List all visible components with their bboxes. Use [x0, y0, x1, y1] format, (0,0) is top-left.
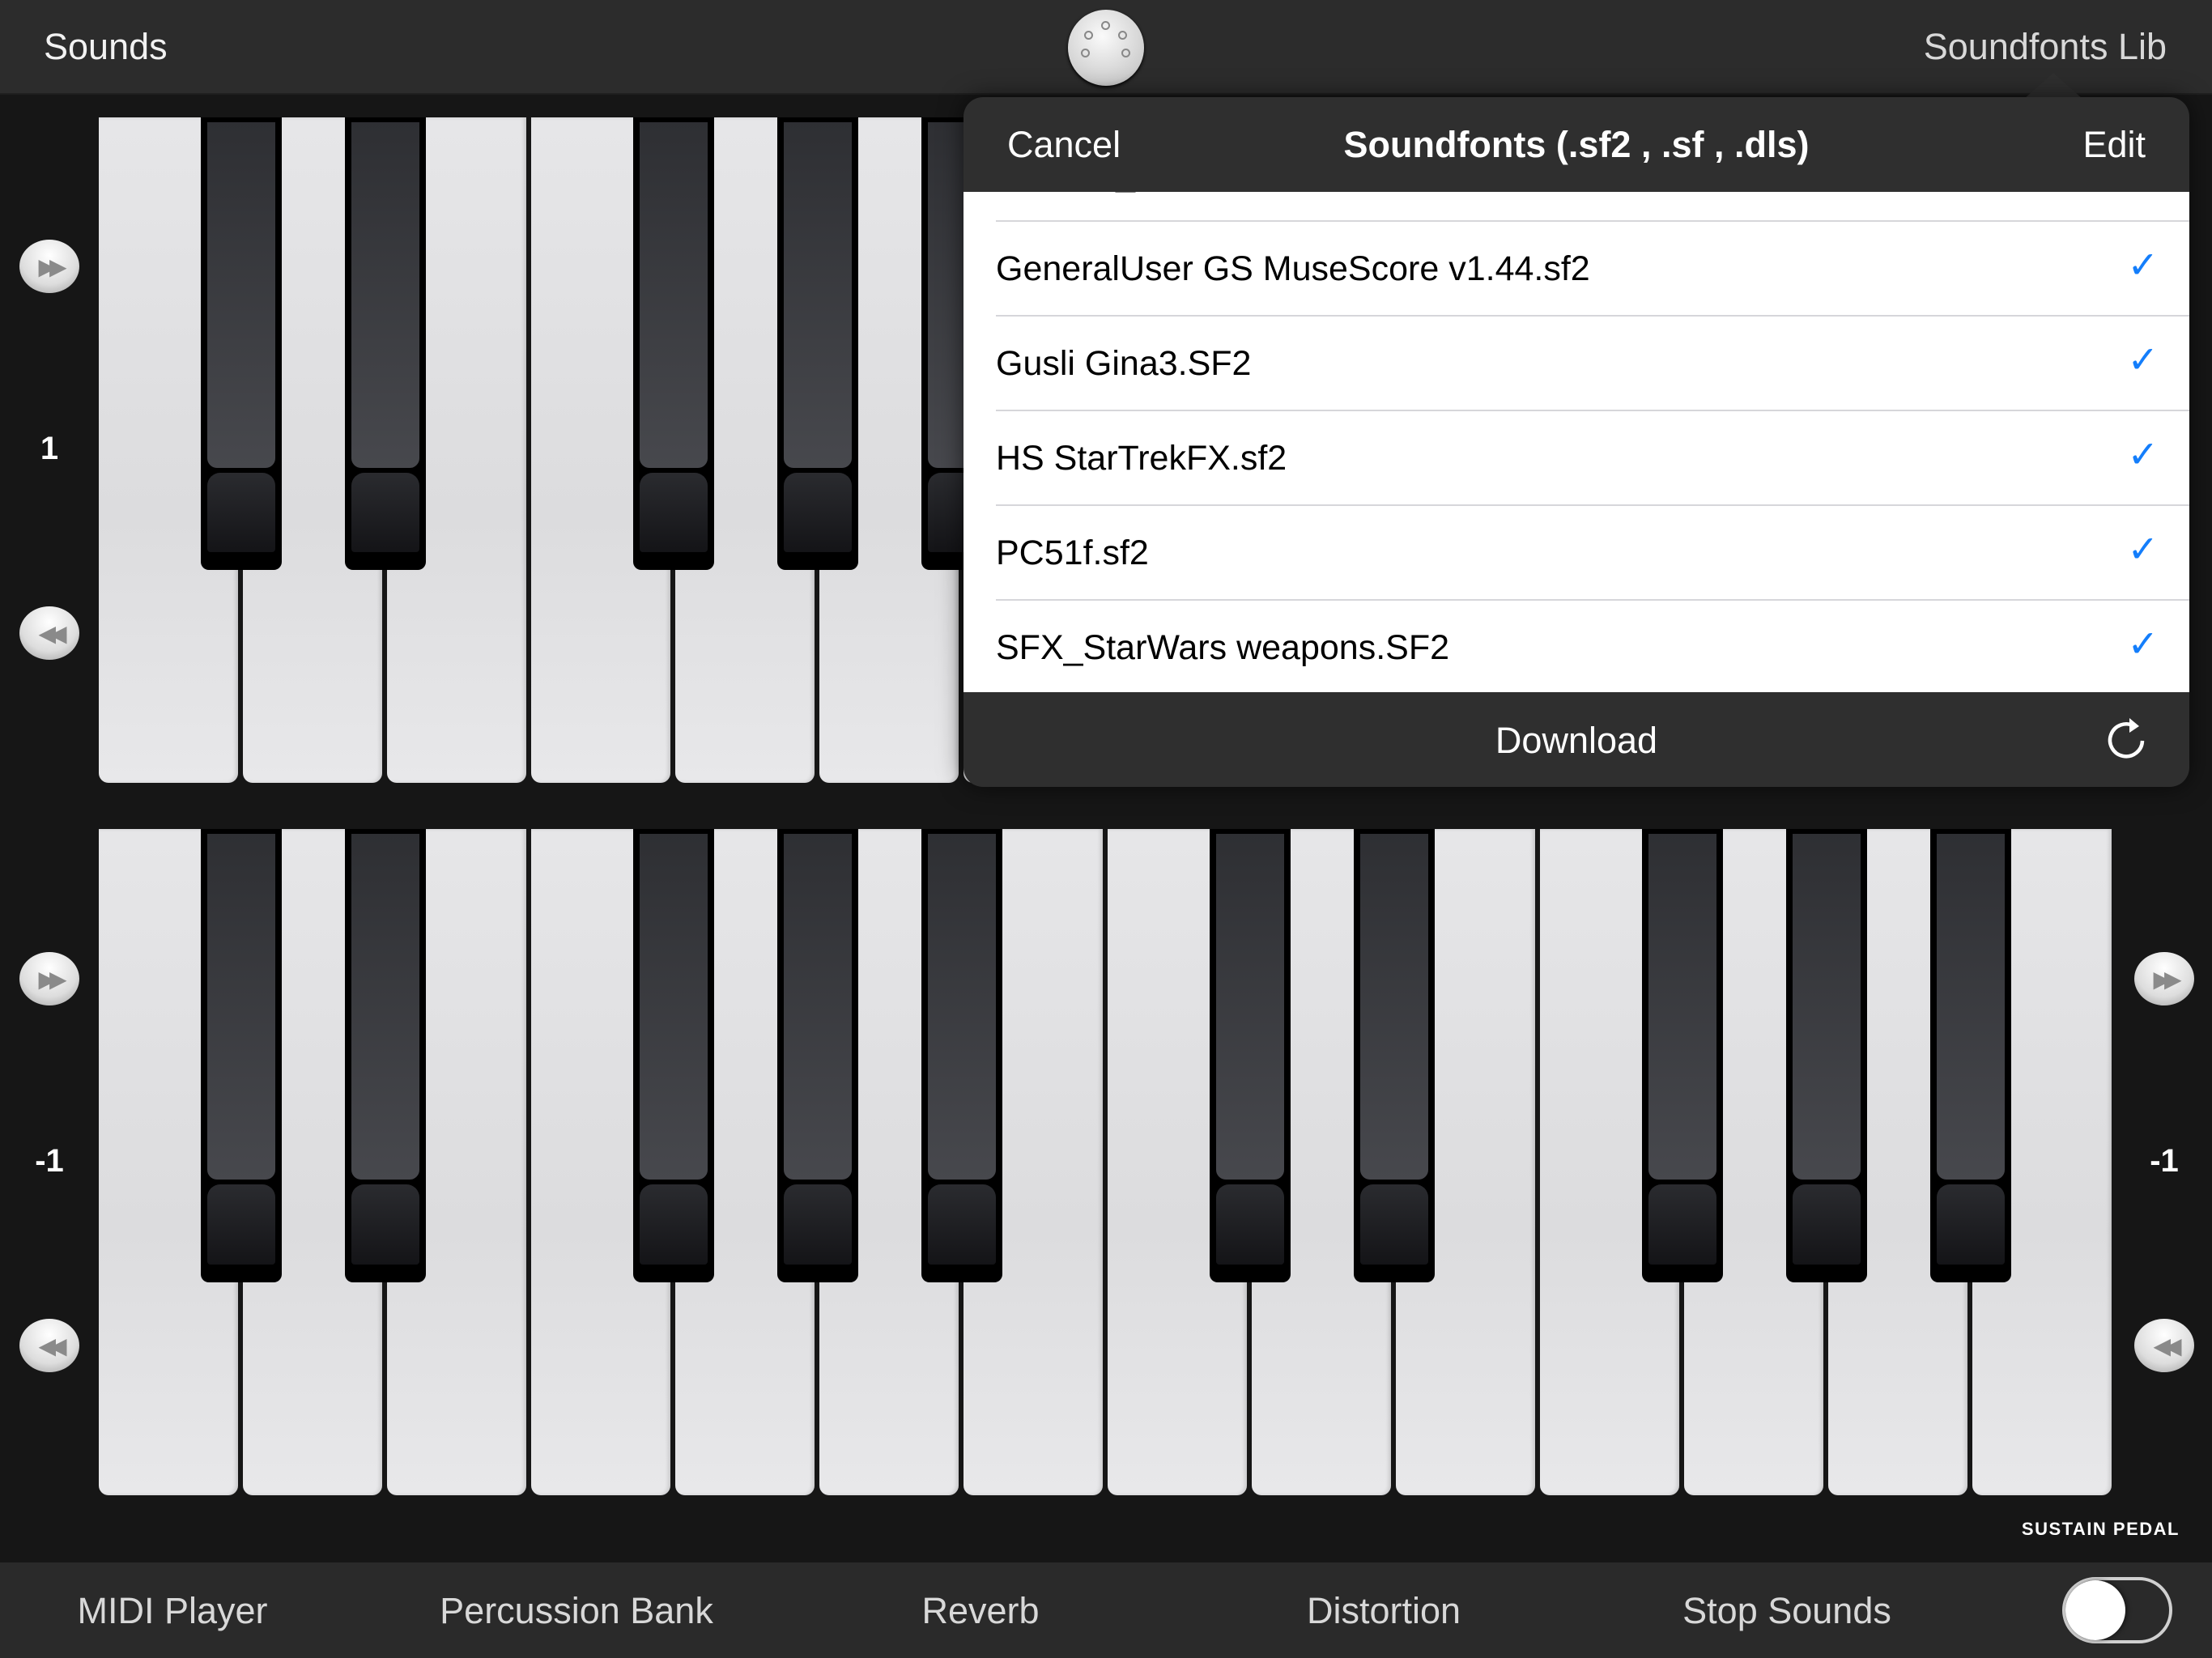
- toggle-knob: [2065, 1580, 2125, 1640]
- midi-connector-icon[interactable]: [1068, 10, 1144, 86]
- percussion-bank-button[interactable]: Percussion Bank: [440, 1590, 713, 1632]
- black-key[interactable]: [1786, 829, 1867, 1282]
- download-bar: Download: [963, 692, 2189, 787]
- reverb-button[interactable]: Reverb: [921, 1590, 1039, 1632]
- soundfont-name: SFX_StarWars weapons.SF2: [996, 628, 1450, 667]
- checkmark-icon: ✓: [2127, 623, 2159, 665]
- black-key[interactable]: [777, 829, 858, 1282]
- sounds-button[interactable]: Sounds: [44, 26, 168, 68]
- black-key[interactable]: [201, 829, 282, 1282]
- black-key[interactable]: [1930, 829, 2011, 1282]
- black-key[interactable]: [777, 117, 858, 570]
- soundfont-name: Gusli Gina3.SF2: [996, 344, 1252, 383]
- distortion-button[interactable]: Distortion: [1307, 1590, 1461, 1632]
- black-key[interactable]: [921, 829, 1002, 1282]
- edit-button[interactable]: Edit: [2082, 124, 2146, 166]
- popover-arrow: [2024, 73, 2082, 99]
- popover-title: Soundfonts (.sf2 , .sf , .dls): [1343, 124, 1810, 165]
- octave-up-button-lower-left[interactable]: ▶▶: [19, 952, 79, 1005]
- sustain-pedal-label: SUSTAIN PEDAL: [2021, 1519, 2180, 1539]
- soundfont-row[interactable]: SFX_StarWars weapons.SF2 ✓: [996, 601, 2189, 692]
- soundfont-name: FluidR3_GM.sf2: [996, 192, 1248, 194]
- black-key[interactable]: [1210, 829, 1291, 1282]
- black-key[interactable]: [201, 117, 282, 570]
- black-key[interactable]: [345, 117, 426, 570]
- soundfont-row[interactable]: FluidR3_GM.sf2✓: [996, 192, 2189, 222]
- soundfonts-lib-button[interactable]: Soundfonts Lib: [1924, 26, 2167, 68]
- octave-label-lower-left: -1: [35, 1143, 64, 1179]
- soundfont-row[interactable]: PC51f.sf2 ✓: [996, 506, 2189, 601]
- octave-up-button-upper[interactable]: ▶▶: [19, 240, 79, 293]
- soundfont-name: HS StarTrekFX.sf2: [996, 439, 1287, 478]
- popover-header: Cancel Soundfonts (.sf2 , .sf , .dls) Ed…: [963, 97, 2189, 192]
- soundfont-name: GeneralUser GS MuseScore v1.44.sf2: [996, 249, 1590, 288]
- octave-down-button-lower-left[interactable]: ◀◀: [19, 1319, 79, 1372]
- black-key[interactable]: [1642, 829, 1723, 1282]
- lower-keyboard[interactable]: [99, 829, 2115, 1495]
- download-button[interactable]: Download: [963, 720, 2189, 762]
- soundfont-row[interactable]: Gusli Gina3.SF2 ✓: [996, 317, 2189, 411]
- checkmark-icon: ✓: [2127, 338, 2159, 380]
- black-key[interactable]: [1354, 829, 1435, 1282]
- soundfont-name: PC51f.sf2: [996, 534, 1149, 572]
- stop-sounds-button[interactable]: Stop Sounds: [1682, 1590, 1891, 1632]
- checkmark-icon: ✓: [2127, 528, 2159, 570]
- octave-up-button-lower-right[interactable]: ▶▶: [2134, 952, 2194, 1005]
- octave-down-button-upper[interactable]: ◀◀: [19, 606, 79, 660]
- black-key[interactable]: [345, 829, 426, 1282]
- refresh-icon[interactable]: [2102, 715, 2150, 763]
- octave-down-button-lower-right[interactable]: ◀◀: [2134, 1319, 2194, 1372]
- octave-label-upper: 1: [40, 431, 59, 466]
- top-bar: Sounds Soundfonts Lib: [0, 0, 2212, 95]
- soundfont-list[interactable]: FluidR3_GM.sf2✓GeneralUser GS MuseScore …: [963, 192, 2189, 692]
- checkmark-icon: ✓: [2127, 244, 2159, 286]
- black-key[interactable]: [633, 117, 714, 570]
- sustain-pedal-toggle[interactable]: [2062, 1577, 2172, 1643]
- octave-label-lower-right: -1: [2150, 1143, 2179, 1179]
- bottom-toolbar: MIDI Player Percussion Bank Reverb Disto…: [0, 1562, 2212, 1658]
- black-key[interactable]: [633, 829, 714, 1282]
- soundfont-row[interactable]: HS StarTrekFX.sf2 ✓: [996, 411, 2189, 506]
- checkmark-icon: ✓: [2127, 433, 2159, 475]
- soundfont-row[interactable]: GeneralUser GS MuseScore v1.44.sf2 ✓: [996, 222, 2189, 317]
- midi-player-button[interactable]: MIDI Player: [77, 1590, 267, 1632]
- soundfonts-popover: Cancel Soundfonts (.sf2 , .sf , .dls) Ed…: [963, 97, 2189, 787]
